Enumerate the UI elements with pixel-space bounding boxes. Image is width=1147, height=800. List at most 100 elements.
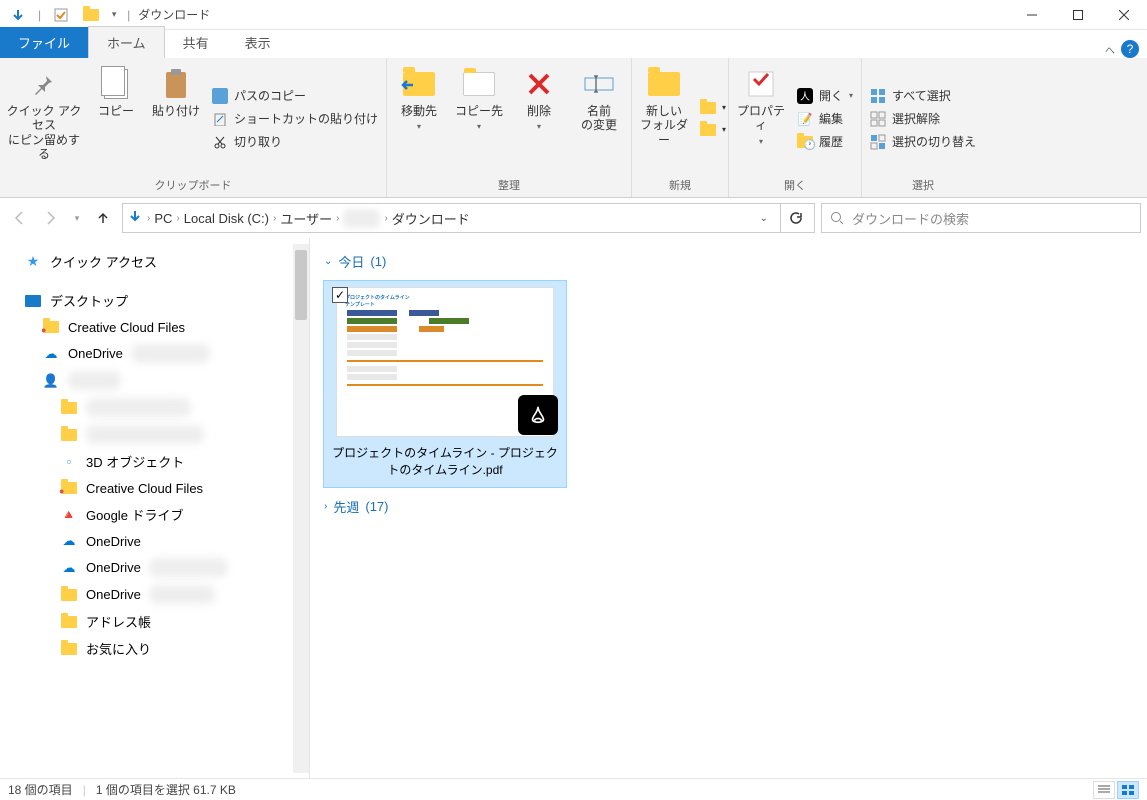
paste-shortcut-button[interactable]: ショートカットの貼り付け bbox=[208, 108, 382, 129]
select-all-button[interactable]: すべて選択 bbox=[866, 85, 980, 106]
select-none-icon bbox=[870, 111, 886, 127]
onedrive-icon: ☁ bbox=[42, 345, 60, 363]
3d-objects-icon: ▫ bbox=[60, 453, 78, 471]
large-icons-view-button[interactable] bbox=[1117, 781, 1139, 799]
ribbon-group-select: すべて選択 選択解除 選択の切り替え 選択 bbox=[862, 58, 984, 197]
search-box[interactable]: ダウンロードの検索 bbox=[821, 203, 1141, 233]
minimize-button[interactable] bbox=[1009, 0, 1055, 30]
chevron-right-icon: › bbox=[324, 501, 327, 512]
edit-button[interactable]: 📝編集 bbox=[793, 108, 857, 129]
qat-folder-icon[interactable] bbox=[77, 4, 105, 26]
tile-checkbox[interactable]: ✓ bbox=[332, 287, 348, 303]
crumb-disk[interactable]: Local Disk (C:) bbox=[184, 211, 269, 226]
content-view: ⌄ 今日 (1) プロジェクトのタイムラインテンプレート bbox=[310, 238, 1147, 778]
file-tile[interactable]: プロジェクトのタイムラインテンプレート bbox=[324, 281, 566, 487]
crumb-users[interactable]: ユーザー bbox=[280, 209, 332, 228]
close-button[interactable] bbox=[1101, 0, 1147, 30]
back-button[interactable] bbox=[6, 205, 32, 231]
new-item-button[interactable]: ▾ bbox=[696, 98, 724, 118]
copy-button[interactable]: コピー bbox=[88, 62, 144, 175]
nav-onedrive-3[interactable]: ☁OneDrive bbox=[0, 554, 309, 581]
crumb-pc[interactable]: PC bbox=[154, 211, 172, 226]
nav-onedrive[interactable]: ☁OneDrive bbox=[0, 340, 309, 367]
up-button[interactable] bbox=[90, 205, 116, 231]
nav-scroll-thumb[interactable] bbox=[295, 250, 307, 320]
pdf-adobe-icon bbox=[518, 395, 558, 435]
nav-creative-cloud-2[interactable]: ●Creative Cloud Files bbox=[0, 475, 309, 501]
crumb-sep[interactable]: › bbox=[273, 213, 276, 224]
tab-file[interactable]: ファイル bbox=[0, 27, 88, 58]
contacts-icon bbox=[60, 613, 78, 631]
nav-user[interactable]: 👤 bbox=[0, 367, 309, 394]
new-folder-button[interactable]: 新しい フォルダー bbox=[636, 62, 692, 175]
nav-google-drive[interactable]: 🔺Google ドライブ bbox=[0, 501, 309, 528]
nav-desktop[interactable]: デスクトップ bbox=[0, 287, 309, 314]
paste-button[interactable]: 貼り付け bbox=[148, 62, 204, 175]
nav-scrollbar[interactable] bbox=[293, 244, 309, 773]
desktop-icon bbox=[24, 292, 42, 310]
invert-selection-button[interactable]: 選択の切り替え bbox=[866, 131, 980, 152]
folder-icon bbox=[60, 399, 78, 417]
qat-dropdown-icon[interactable]: ▾ bbox=[107, 4, 121, 26]
crumb-user-blurred[interactable] bbox=[343, 209, 380, 228]
nav-onedrive-4[interactable]: OneDrive bbox=[0, 581, 309, 608]
forward-button[interactable] bbox=[38, 205, 64, 231]
nav-3d-objects[interactable]: ▫3D オブジェクト bbox=[0, 448, 309, 475]
properties-button[interactable]: プロパティ ▾ bbox=[733, 62, 789, 175]
creative-cloud-icon: ● bbox=[42, 318, 60, 336]
select-none-button[interactable]: 選択解除 bbox=[866, 108, 980, 129]
crumb-sep[interactable]: › bbox=[336, 213, 339, 224]
copy-path-button[interactable]: パスのコピー bbox=[208, 85, 382, 106]
refresh-button[interactable] bbox=[780, 204, 810, 232]
qat-down-arrow-icon[interactable] bbox=[4, 4, 32, 26]
nav-contacts[interactable]: アドレス帳 bbox=[0, 608, 309, 635]
delete-button[interactable]: 削除 ▾ bbox=[511, 62, 567, 175]
crumb-sep[interactable]: › bbox=[147, 213, 150, 224]
tab-view[interactable]: 表示 bbox=[227, 27, 289, 58]
window-controls bbox=[1009, 0, 1147, 30]
move-to-button[interactable]: 移動先 ▾ bbox=[391, 62, 447, 175]
address-bar[interactable]: › PC › Local Disk (C:) › ユーザー › › ダウンロード… bbox=[122, 203, 815, 233]
onedrive-icon: ☁ bbox=[60, 559, 78, 577]
status-item-count: 18 個の項目 bbox=[8, 781, 73, 798]
qat-checkbox-icon[interactable] bbox=[47, 4, 75, 26]
history-button[interactable]: 🕐履歴 bbox=[793, 131, 857, 152]
crumb-sep[interactable]: › bbox=[384, 213, 387, 224]
pin-icon bbox=[28, 68, 60, 100]
address-dropdown[interactable]: ⌄ bbox=[752, 213, 776, 224]
easy-access-button[interactable]: ▾ bbox=[696, 120, 724, 140]
status-selection: 1 個の項目を選択 61.7 KB bbox=[96, 781, 236, 798]
move-to-label: 移動先 bbox=[401, 104, 437, 118]
copy-to-button[interactable]: コピー先 ▾ bbox=[451, 62, 507, 175]
google-drive-icon: 🔺 bbox=[60, 506, 78, 524]
ribbon-group-new: 新しい フォルダー ▾ ▾ 新規 bbox=[632, 58, 729, 197]
crumb-sep[interactable]: › bbox=[176, 213, 179, 224]
nav-quick-access[interactable]: ★クイック アクセス bbox=[0, 248, 309, 275]
nav-onedrive-2[interactable]: ☁OneDrive bbox=[0, 528, 309, 554]
maximize-button[interactable] bbox=[1055, 0, 1101, 30]
nav-folder-blurred-1[interactable] bbox=[0, 394, 309, 421]
nav-folder-blurred-2[interactable] bbox=[0, 421, 309, 448]
creative-cloud-icon: ● bbox=[60, 479, 78, 497]
organize-group-label: 整理 bbox=[391, 175, 627, 195]
tab-share[interactable]: 共有 bbox=[165, 27, 227, 58]
recent-dropdown[interactable]: ▾ bbox=[70, 205, 84, 231]
tab-home[interactable]: ホーム bbox=[88, 26, 165, 58]
chevron-down-icon: ⌄ bbox=[324, 256, 332, 267]
address-row: ▾ › PC › Local Disk (C:) › ユーザー › › ダウンロ… bbox=[0, 198, 1147, 238]
details-view-button[interactable] bbox=[1093, 781, 1115, 799]
clipboard-group-label: クリップボード bbox=[4, 175, 382, 195]
copy-label: コピー bbox=[98, 104, 134, 118]
nav-creative-cloud[interactable]: ●Creative Cloud Files bbox=[0, 314, 309, 340]
nav-favorites[interactable]: お気に入り bbox=[0, 635, 309, 662]
open-button[interactable]: 人開く▾ bbox=[793, 85, 857, 106]
group-today[interactable]: ⌄ 今日 (1) bbox=[324, 248, 1133, 281]
collapse-ribbon-icon[interactable]: へ bbox=[1105, 42, 1115, 57]
crumb-downloads[interactable]: ダウンロード bbox=[392, 209, 470, 228]
folder-icon bbox=[60, 426, 78, 444]
rename-button[interactable]: 名前 の変更 bbox=[571, 62, 627, 175]
pin-to-quick-access-button[interactable]: クイック アクセス にピン留めする bbox=[4, 62, 84, 175]
cut-button[interactable]: 切り取り bbox=[208, 131, 382, 152]
help-button[interactable]: ? bbox=[1121, 40, 1139, 58]
group-last-week[interactable]: › 先週 (17) bbox=[324, 493, 1133, 526]
